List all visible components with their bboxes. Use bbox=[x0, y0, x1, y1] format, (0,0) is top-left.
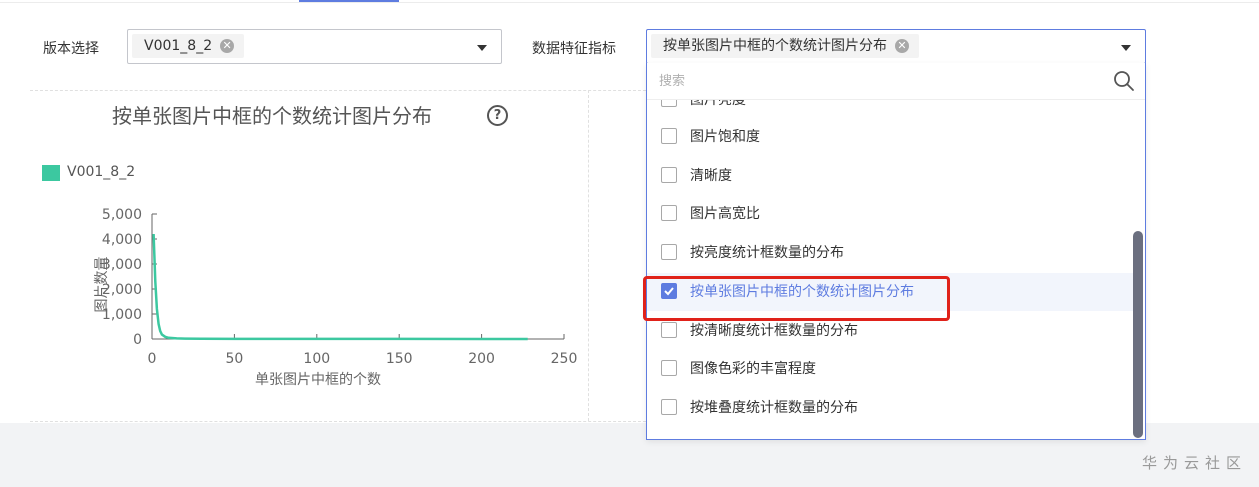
option-item[interactable]: 图像色彩的丰富程度 bbox=[647, 350, 1137, 388]
option-list: 图片亮度 图片饱和度 清晰度 图片高宽比 按亮度统计框数量的分布 按单张图片中框的个数统计… bbox=[647, 100, 1145, 439]
checkbox-icon[interactable] bbox=[661, 128, 677, 144]
x-tick-label: 50 bbox=[225, 351, 243, 367]
search-input[interactable] bbox=[659, 71, 1089, 91]
option-label: 按清晰度统计框数量的分布 bbox=[690, 323, 858, 339]
checkbox-icon[interactable] bbox=[661, 167, 677, 183]
dropdown-search bbox=[647, 63, 1145, 100]
y-tick-label: 4,000 bbox=[102, 232, 142, 248]
option-item[interactable]: 清晰度 bbox=[647, 157, 1137, 195]
panel-border-bottom bbox=[30, 421, 646, 422]
option-item[interactable]: 图片亮度 bbox=[647, 100, 1137, 119]
checkbox-icon[interactable] bbox=[661, 360, 677, 376]
checkbox-icon[interactable] bbox=[661, 399, 677, 415]
line-chart: 01,0002,0003,0004,0005,000 0 50 100 150 200 2… bbox=[94, 207, 578, 388]
checkbox-icon[interactable] bbox=[661, 205, 677, 221]
y-axis: 01,0002,0003,0004,0005,000 bbox=[102, 207, 157, 348]
x-axis-title: 单张图片中框的个数 bbox=[255, 372, 381, 388]
chevron-down-icon[interactable] bbox=[1121, 45, 1131, 51]
brand-watermark: 华为云社区 bbox=[1141, 454, 1247, 472]
dropdown-scrollbar[interactable] bbox=[1133, 231, 1143, 438]
feature-dropdown-panel: 图片亮度图片饱和度清晰度图片高宽比按亮度统计框数量的分布按单张图片中框的个数统计… bbox=[646, 63, 1146, 440]
series-line-v001_8_2 bbox=[152, 233, 528, 341]
option-label: 图片亮度 bbox=[690, 100, 746, 108]
x-tick-label: 200 bbox=[468, 351, 495, 367]
x-tick-label: 250 bbox=[551, 351, 578, 367]
feature-tag: 按单张图片中框的个数统计图片分布 ✕ bbox=[651, 34, 919, 58]
y-tick-label: 5,000 bbox=[102, 207, 142, 223]
x-tick-label: 100 bbox=[303, 351, 330, 367]
option-item[interactable]: 按堆叠度统计框数量的分布 bbox=[647, 389, 1137, 427]
option-item[interactable]: 图片饱和度 bbox=[647, 118, 1137, 156]
checkbox-icon[interactable] bbox=[661, 322, 677, 338]
option-label: 图像色彩的丰富程度 bbox=[690, 361, 816, 377]
y-tick-label: 0 bbox=[133, 332, 142, 348]
option-label: 清晰度 bbox=[690, 168, 732, 184]
x-tick-label: 150 bbox=[386, 351, 413, 367]
x-tick-label: 0 bbox=[148, 351, 157, 367]
remove-tag-icon[interactable]: ✕ bbox=[895, 39, 909, 53]
option-label: 图片高宽比 bbox=[690, 206, 760, 222]
option-label: 图片饱和度 bbox=[690, 129, 760, 145]
checkbox-icon[interactable] bbox=[661, 244, 677, 260]
checkbox-icon[interactable] bbox=[661, 100, 677, 107]
option-item[interactable]: 按亮度统计框数量的分布 bbox=[647, 234, 1137, 272]
feature-tag-label: 按单张图片中框的个数统计图片分布 bbox=[663, 38, 887, 54]
search-icon[interactable] bbox=[1113, 70, 1135, 92]
highlight-annotation bbox=[643, 276, 950, 321]
option-label: 按亮度统计框数量的分布 bbox=[690, 245, 844, 261]
option-item[interactable]: 图片高宽比 bbox=[647, 195, 1137, 233]
option-label: 按堆叠度统计框数量的分布 bbox=[690, 400, 858, 416]
y-axis-title: 图片数量 bbox=[94, 257, 110, 313]
feature-select[interactable]: 按单张图片中框的个数统计图片分布 ✕ bbox=[646, 29, 1146, 64]
